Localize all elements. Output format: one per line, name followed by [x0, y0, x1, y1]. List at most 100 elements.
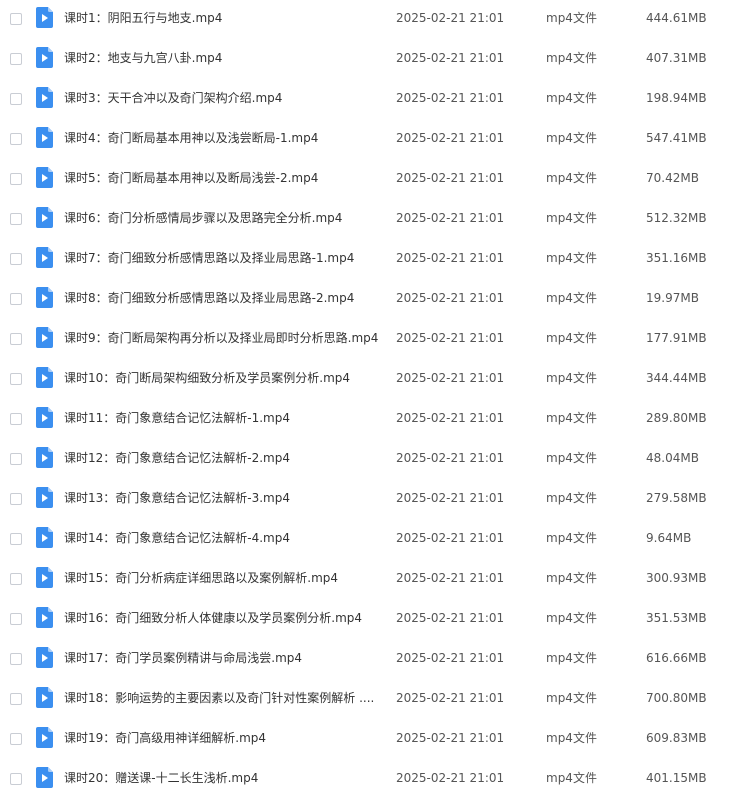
row-checkbox[interactable]: [10, 133, 22, 145]
row-checkbox[interactable]: [10, 653, 22, 665]
file-name[interactable]: 课时9：奇门断局架构再分析以及择业局即时分析思路.mp4: [64, 320, 384, 356]
row-checkbox[interactable]: [10, 413, 22, 425]
file-row[interactable]: 课时4：奇门断局基本用神以及浅尝断局-1.mp4 2025-02-21 21:01…: [0, 120, 755, 160]
file-modified-date: 2025-02-21 21:01: [396, 331, 505, 345]
file-type: mp4文件: [546, 171, 597, 185]
file-type: mp4文件: [546, 91, 597, 105]
file-name[interactable]: 课时1：阴阳五行与地支.mp4: [64, 0, 384, 36]
file-modified-date: 2025-02-21 21:01: [396, 691, 505, 705]
file-name[interactable]: 课时10：奇门断局架构细致分析及学员案例分析.mp4: [64, 360, 384, 396]
file-size: 609.83MB: [646, 731, 707, 745]
file-modified-date: 2025-02-21 21:01: [396, 491, 505, 505]
file-size: 512.32MB: [646, 211, 707, 225]
file-row[interactable]: 课时3：天干合冲以及奇门架构介绍.mp4 2025-02-21 21:01 mp4文…: [0, 80, 755, 120]
file-size: 48.04MB: [646, 451, 699, 465]
row-checkbox[interactable]: [10, 13, 22, 25]
file-modified-date: 2025-02-21 21:01: [396, 371, 505, 385]
video-file-icon: [36, 287, 53, 308]
file-name[interactable]: 课时16：奇门细致分析人体健康以及学员案例分析.mp4: [64, 600, 384, 636]
row-checkbox[interactable]: [10, 293, 22, 305]
video-file-icon: [36, 767, 53, 788]
file-modified-date: 2025-02-21 21:01: [396, 51, 505, 65]
file-name[interactable]: 课时18：影响运势的主要因素以及奇门针对性案例解析 ....: [64, 680, 384, 716]
file-list: 课时1：阴阳五行与地支.mp4 2025-02-21 21:01 mp4文件 444.…: [0, 0, 755, 797]
video-file-icon: [36, 447, 53, 468]
row-checkbox[interactable]: [10, 733, 22, 745]
file-row[interactable]: 课时11：奇门象意结合记忆法解析-1.mp4 2025-02-21 21:01 mp…: [0, 400, 755, 440]
file-name[interactable]: 课时14：奇门象意结合记忆法解析-4.mp4: [64, 520, 384, 556]
file-row[interactable]: 课时6：奇门分析感情局步骤以及思路完全分析.mp4 2025-02-21 21:0…: [0, 200, 755, 240]
row-checkbox[interactable]: [10, 493, 22, 505]
file-type: mp4文件: [546, 451, 597, 465]
file-row[interactable]: 课时10：奇门断局架构细致分析及学员案例分析.mp4 2025-02-21 21:…: [0, 360, 755, 400]
file-name[interactable]: 课时12：奇门象意结合记忆法解析-2.mp4: [64, 440, 384, 476]
row-checkbox[interactable]: [10, 453, 22, 465]
file-type: mp4文件: [546, 331, 597, 345]
file-name[interactable]: 课时7：奇门细致分析感情思路以及择业局思路-1.mp4: [64, 240, 384, 276]
file-type: mp4文件: [546, 731, 597, 745]
row-checkbox[interactable]: [10, 373, 22, 385]
file-type: mp4文件: [546, 251, 597, 265]
file-name[interactable]: 课时19：奇门高级用神详细解析.mp4: [64, 720, 384, 756]
file-row[interactable]: 课时1：阴阳五行与地支.mp4 2025-02-21 21:01 mp4文件 444.…: [0, 0, 755, 40]
file-row[interactable]: 课时15：奇门分析病症详细思路以及案例解析.mp4 2025-02-21 21:0…: [0, 560, 755, 600]
file-row[interactable]: 课时9：奇门断局架构再分析以及择业局即时分析思路.mp4 2025-02-21 2…: [0, 320, 755, 360]
video-file-icon: [36, 687, 53, 708]
file-row[interactable]: 课时19：奇门高级用神详细解析.mp4 2025-02-21 21:01 mp4文件…: [0, 720, 755, 760]
file-type: mp4文件: [546, 371, 597, 385]
video-file-icon: [36, 487, 53, 508]
video-file-icon: [36, 7, 53, 28]
file-name[interactable]: 课时6：奇门分析感情局步骤以及思路完全分析.mp4: [64, 200, 384, 236]
file-row[interactable]: 课时8：奇门细致分析感情思路以及择业局思路-2.mp4 2025-02-21 21…: [0, 280, 755, 320]
file-modified-date: 2025-02-21 21:01: [396, 531, 505, 545]
file-modified-date: 2025-02-21 21:01: [396, 411, 505, 425]
file-name[interactable]: 课时4：奇门断局基本用神以及浅尝断局-1.mp4: [64, 120, 384, 156]
file-type: mp4文件: [546, 51, 597, 65]
row-checkbox[interactable]: [10, 213, 22, 225]
file-name[interactable]: 课时11：奇门象意结合记忆法解析-1.mp4: [64, 400, 384, 436]
file-size: 279.58MB: [646, 491, 707, 505]
file-modified-date: 2025-02-21 21:01: [396, 91, 505, 105]
file-modified-date: 2025-02-21 21:01: [396, 571, 505, 585]
file-name[interactable]: 课时15：奇门分析病症详细思路以及案例解析.mp4: [64, 560, 384, 596]
file-row[interactable]: 课时7：奇门细致分析感情思路以及择业局思路-1.mp4 2025-02-21 21…: [0, 240, 755, 280]
file-type: mp4文件: [546, 291, 597, 305]
video-file-icon: [36, 247, 53, 268]
row-checkbox[interactable]: [10, 333, 22, 345]
file-name[interactable]: 课时20：赠送课-十二长生浅析.mp4: [64, 760, 384, 796]
file-name[interactable]: 课时13：奇门象意结合记忆法解析-3.mp4: [64, 480, 384, 516]
row-checkbox[interactable]: [10, 253, 22, 265]
row-checkbox[interactable]: [10, 53, 22, 65]
file-row[interactable]: 课时16：奇门细致分析人体健康以及学员案例分析.mp4 2025-02-21 21…: [0, 600, 755, 640]
file-name[interactable]: 课时5：奇门断局基本用神以及断局浅尝-2.mp4: [64, 160, 384, 196]
file-row[interactable]: 课时2：地支与九宫八卦.mp4 2025-02-21 21:01 mp4文件 407.…: [0, 40, 755, 80]
row-checkbox[interactable]: [10, 533, 22, 545]
file-row[interactable]: 课时5：奇门断局基本用神以及断局浅尝-2.mp4 2025-02-21 21:01…: [0, 160, 755, 200]
file-type: mp4文件: [546, 571, 597, 585]
row-checkbox[interactable]: [10, 693, 22, 705]
file-row[interactable]: 课时14：奇门象意结合记忆法解析-4.mp4 2025-02-21 21:01 mp…: [0, 520, 755, 560]
file-row[interactable]: 课时20：赠送课-十二长生浅析.mp4 2025-02-21 21:01 mp4文件…: [0, 760, 755, 797]
file-size: 401.15MB: [646, 771, 707, 785]
file-name[interactable]: 课时8：奇门细致分析感情思路以及择业局思路-2.mp4: [64, 280, 384, 316]
row-checkbox[interactable]: [10, 573, 22, 585]
video-file-icon: [36, 87, 53, 108]
file-row[interactable]: 课时18：影响运势的主要因素以及奇门针对性案例解析 .... 2025-02-21…: [0, 680, 755, 720]
video-file-icon: [36, 167, 53, 188]
file-row[interactable]: 课时12：奇门象意结合记忆法解析-2.mp4 2025-02-21 21:01 mp…: [0, 440, 755, 480]
row-checkbox[interactable]: [10, 93, 22, 105]
file-type: mp4文件: [546, 491, 597, 505]
file-size: 700.80MB: [646, 691, 707, 705]
file-type: mp4文件: [546, 611, 597, 625]
row-checkbox[interactable]: [10, 613, 22, 625]
file-name[interactable]: 课时2：地支与九宫八卦.mp4: [64, 40, 384, 76]
file-name[interactable]: 课时3：天干合冲以及奇门架构介绍.mp4: [64, 80, 384, 116]
row-checkbox[interactable]: [10, 173, 22, 185]
row-checkbox[interactable]: [10, 773, 22, 785]
file-name[interactable]: 课时17：奇门学员案例精讲与命局浅尝.mp4: [64, 640, 384, 676]
file-modified-date: 2025-02-21 21:01: [396, 11, 505, 25]
file-row[interactable]: 课时17：奇门学员案例精讲与命局浅尝.mp4 2025-02-21 21:01 mp…: [0, 640, 755, 680]
file-row[interactable]: 课时13：奇门象意结合记忆法解析-3.mp4 2025-02-21 21:01 mp…: [0, 480, 755, 520]
file-modified-date: 2025-02-21 21:01: [396, 291, 505, 305]
file-size: 177.91MB: [646, 331, 707, 345]
